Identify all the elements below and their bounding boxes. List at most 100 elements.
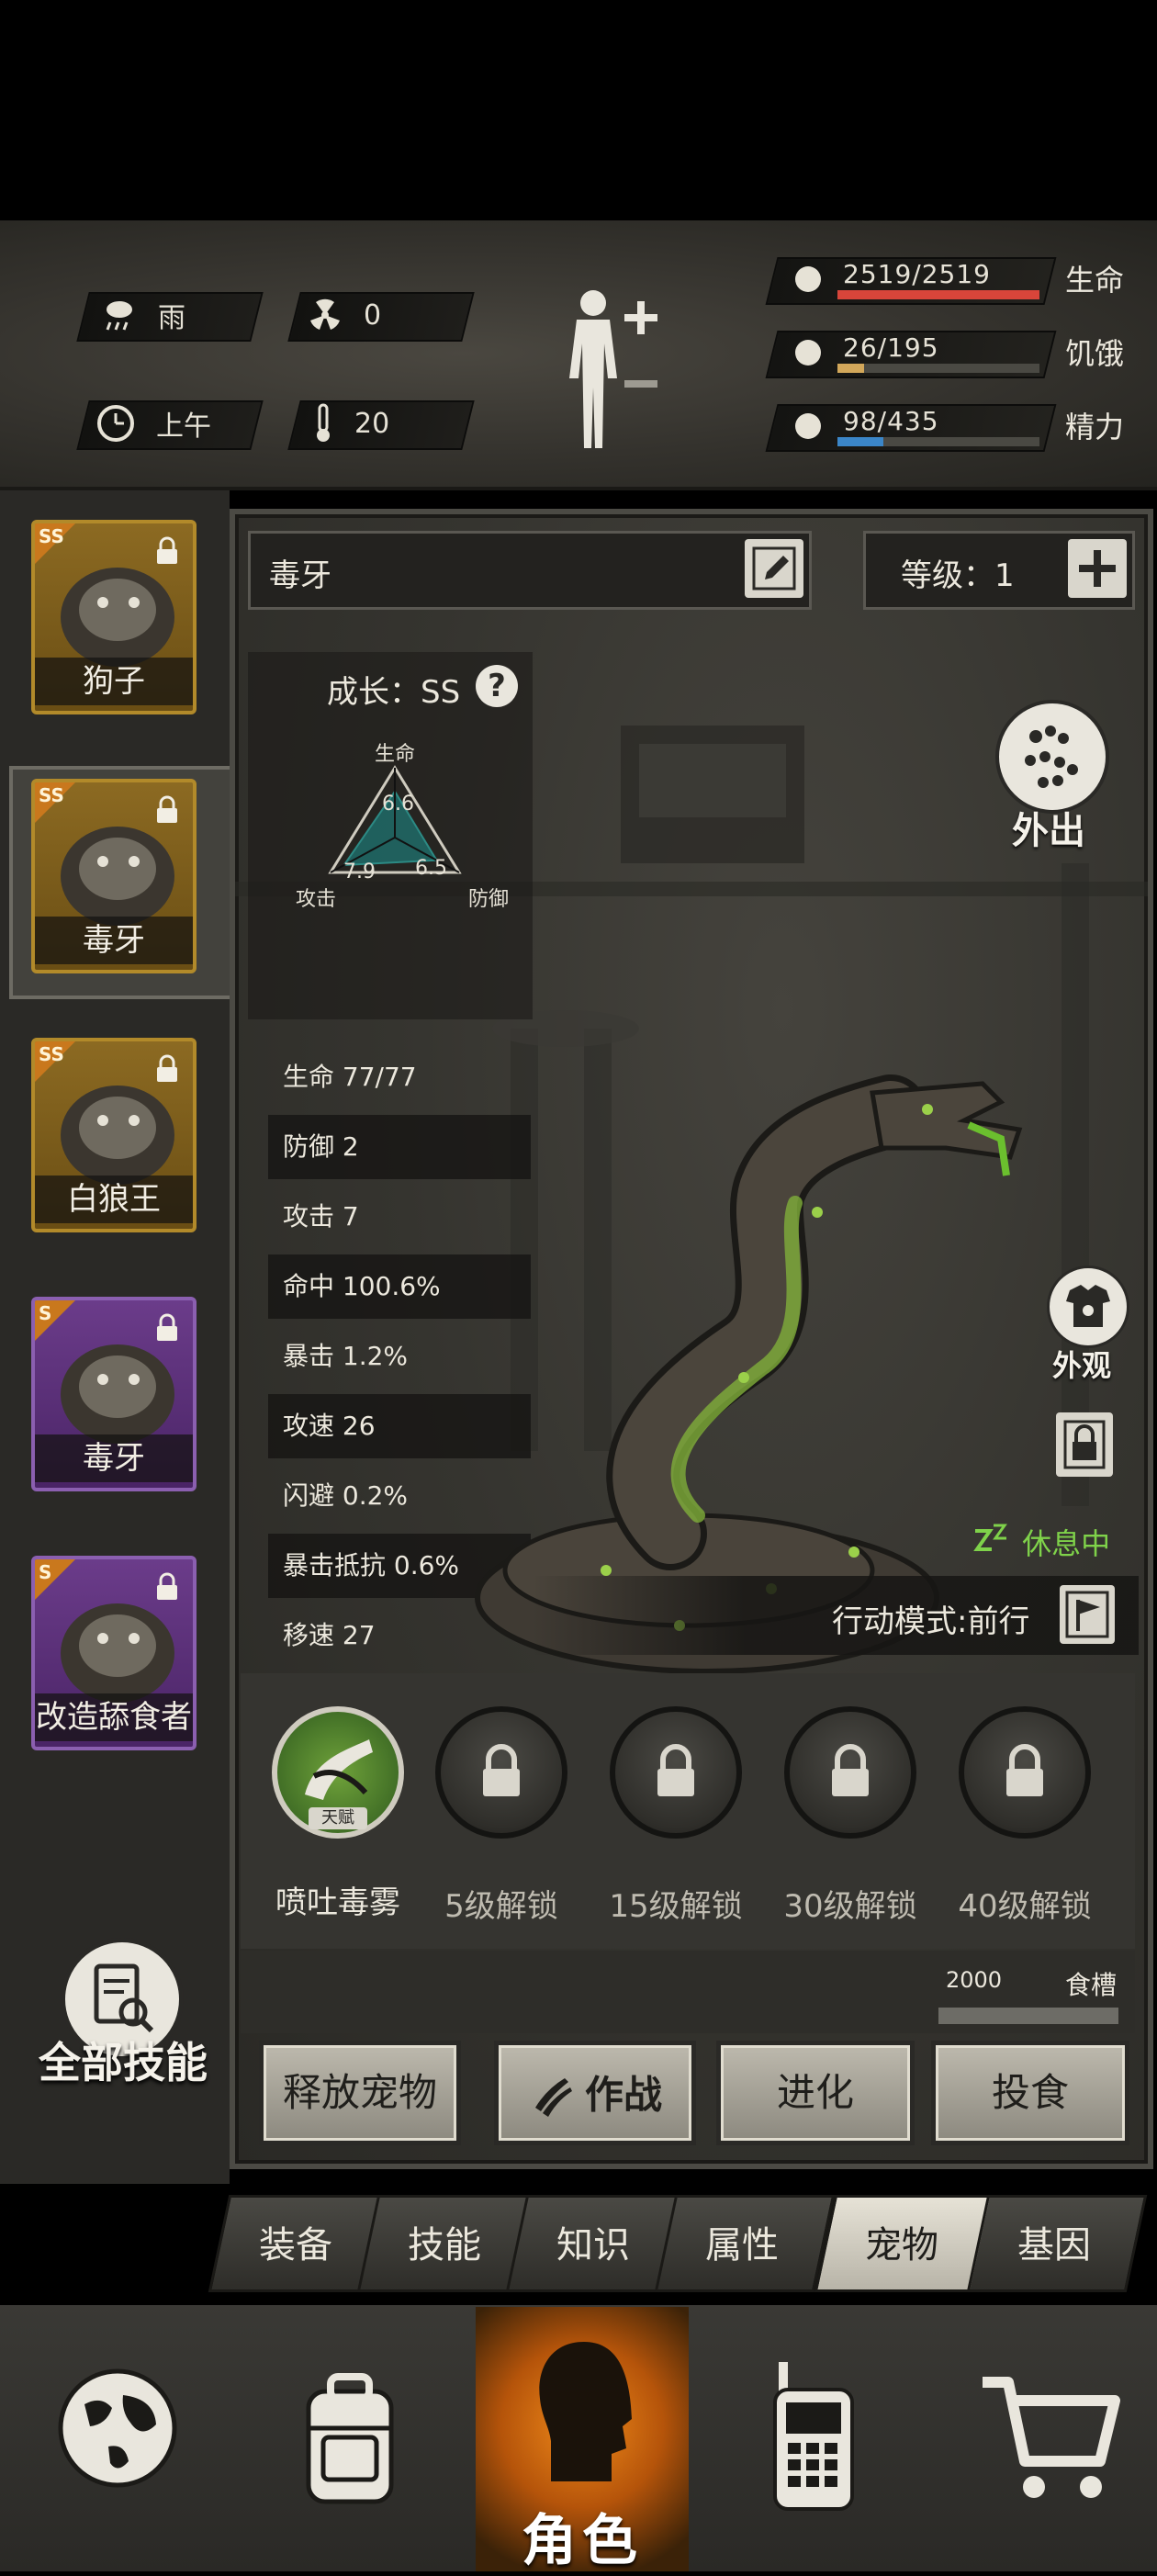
tab-5[interactable]: 基因 xyxy=(977,2215,1131,2268)
locked-skill-slot[interactable]: 30级解锁 xyxy=(768,1706,924,1936)
food-tank-bar xyxy=(938,2008,1118,2024)
radiation-icon xyxy=(310,298,340,330)
appearance-label: 外观 xyxy=(1052,1348,1112,1383)
lock-icon xyxy=(157,795,177,823)
pet-card-name: 狗子 xyxy=(35,658,193,705)
pet-card-name: 毒牙 xyxy=(35,1434,193,1482)
skill-slot-circle xyxy=(959,1706,1091,1839)
evolve-button[interactable]: 进化 xyxy=(716,2041,915,2145)
time-status: 上午 xyxy=(95,400,211,446)
rest-status-text: 休息中 xyxy=(1022,1526,1111,1561)
vital-bar xyxy=(837,437,1039,446)
nav-character-button[interactable]: 角色 xyxy=(476,2307,689,2573)
nav-backpack-button[interactable] xyxy=(281,2364,419,2514)
pet-card[interactable]: S 毒牙 xyxy=(31,1297,197,1491)
vital-value: 26/195 xyxy=(843,332,939,363)
battle-label: 作战 xyxy=(584,2072,662,2118)
skill-slot[interactable]: 天赋 喷吐毒雾 xyxy=(255,1706,411,1936)
human-body-icon xyxy=(569,290,617,448)
all-skills-button[interactable]: 全部技能 xyxy=(33,1938,217,2103)
pet-card-name: 白狼王 xyxy=(35,1176,193,1223)
vital-name: 生命 xyxy=(1065,263,1125,298)
weather-text: 雨 xyxy=(158,302,185,334)
backpack-icon xyxy=(306,2373,394,2504)
all-skills-label: 全部技能 xyxy=(39,2038,208,2087)
food-tank-label: 食槽 xyxy=(1065,1970,1118,2000)
shopping-cart-icon xyxy=(983,2377,1120,2498)
level-up-button[interactable] xyxy=(1068,539,1127,598)
lock-icon xyxy=(657,1744,694,1796)
locked-skill-slot[interactable]: 40级解锁 xyxy=(942,1706,1098,1936)
character-head-icon xyxy=(539,2342,632,2481)
tab-3[interactable]: 属性 xyxy=(665,2215,819,2268)
radar-label-left: 攻击 xyxy=(296,888,336,911)
skill-label: 40级解锁 xyxy=(958,1888,1092,1925)
level-text: 等级：1 xyxy=(901,550,1015,595)
radar-value-life: 6.6 xyxy=(382,793,414,816)
lock-icon xyxy=(157,1572,177,1600)
nav-shop-button[interactable] xyxy=(977,2364,1124,2511)
pencil-icon xyxy=(752,546,796,591)
send-out-label: 外出 xyxy=(1012,810,1085,852)
stomach-icon xyxy=(788,332,828,373)
tab-1[interactable]: 技能 xyxy=(367,2215,522,2268)
battle-button[interactable]: 作战 xyxy=(494,2041,696,2145)
nav-radio-button[interactable] xyxy=(762,2353,863,2518)
locked-skill-slot[interactable]: 5级解锁 xyxy=(419,1706,575,1936)
pet-card-name: 改造舔食者 xyxy=(35,1693,193,1741)
send-out-button[interactable]: 外出 xyxy=(994,700,1109,852)
clock-icon xyxy=(97,405,134,442)
growth-radar-chart: 生命 攻击 防御 6.6 7.9 6.5 xyxy=(296,743,509,911)
lock-icon xyxy=(483,1744,520,1796)
skill-slot-circle xyxy=(784,1706,916,1839)
pet-card[interactable]: SS 白狼王 xyxy=(31,1038,197,1232)
feed-button[interactable]: 投食 xyxy=(931,2041,1129,2145)
temperature-value: 20 xyxy=(354,407,390,440)
tab-0[interactable]: 装备 xyxy=(219,2215,373,2268)
skill-slot-circle xyxy=(610,1706,742,1839)
radar-value-defense: 6.5 xyxy=(415,857,447,880)
claw-icon xyxy=(534,2077,572,2117)
pet-level-box: 等级：1 xyxy=(863,531,1135,610)
tab-4[interactable]: 宠物 xyxy=(825,2215,979,2268)
vital-row: 98/435 精力 xyxy=(765,400,1139,456)
plus-icon xyxy=(624,301,657,334)
tab-2[interactable]: 知识 xyxy=(516,2215,670,2268)
rename-button[interactable] xyxy=(745,539,803,598)
vital-name: 精力 xyxy=(1065,410,1125,444)
pet-card[interactable]: SS 毒牙 xyxy=(31,779,197,973)
appearance-button[interactable]: 外观 xyxy=(1043,1266,1131,1385)
nav-map-button[interactable] xyxy=(53,2358,182,2509)
grade-text: SS xyxy=(39,784,64,806)
nav-character-label: 角色 xyxy=(522,2509,643,2573)
lock-pet-button[interactable] xyxy=(1056,1412,1113,1477)
pet-card[interactable]: SS 狗子 xyxy=(31,520,197,714)
vital-bar-fill xyxy=(837,290,1039,299)
grade-text: SS xyxy=(39,1043,64,1065)
lock-icon xyxy=(157,1054,177,1082)
lock-icon xyxy=(1006,1744,1043,1796)
release-pet-button[interactable]: 释放宠物 xyxy=(259,2041,461,2145)
head-energy-icon xyxy=(788,406,828,446)
body-status-button[interactable] xyxy=(556,287,676,452)
vital-bar-fill xyxy=(837,364,865,373)
action-mode-bar: 行动模式:前行 xyxy=(533,1576,1139,1655)
help-icon[interactable]: ? xyxy=(476,665,518,707)
locked-skill-slot[interactable]: 15级解锁 xyxy=(593,1706,749,1936)
vital-bar xyxy=(837,290,1039,299)
vital-name: 饥饿 xyxy=(1065,336,1125,371)
lock-icon xyxy=(1063,1420,1106,1469)
vital-value: 2519/2519 xyxy=(843,259,991,289)
grade-text: S xyxy=(39,1302,52,1324)
action-mode-button[interactable] xyxy=(1060,1585,1115,1644)
vital-value: 98/435 xyxy=(843,406,939,436)
status-bar: 雨 0 上午 20 2519/2519 生命 26/195 饥饿 98/435 … xyxy=(0,220,1157,490)
pet-name-field[interactable]: 毒牙 xyxy=(248,531,812,610)
skill-label: 15级解锁 xyxy=(609,1888,743,1925)
weather-status: 雨 xyxy=(101,292,185,338)
sleep-zzz-icon xyxy=(973,1524,1007,1551)
skill-label: 30级解锁 xyxy=(783,1888,917,1925)
pet-name-text: 毒牙 xyxy=(269,557,331,594)
pet-card[interactable]: S 改造舔食者 xyxy=(31,1556,197,1750)
rest-status: 休息中 xyxy=(972,1521,1110,1563)
